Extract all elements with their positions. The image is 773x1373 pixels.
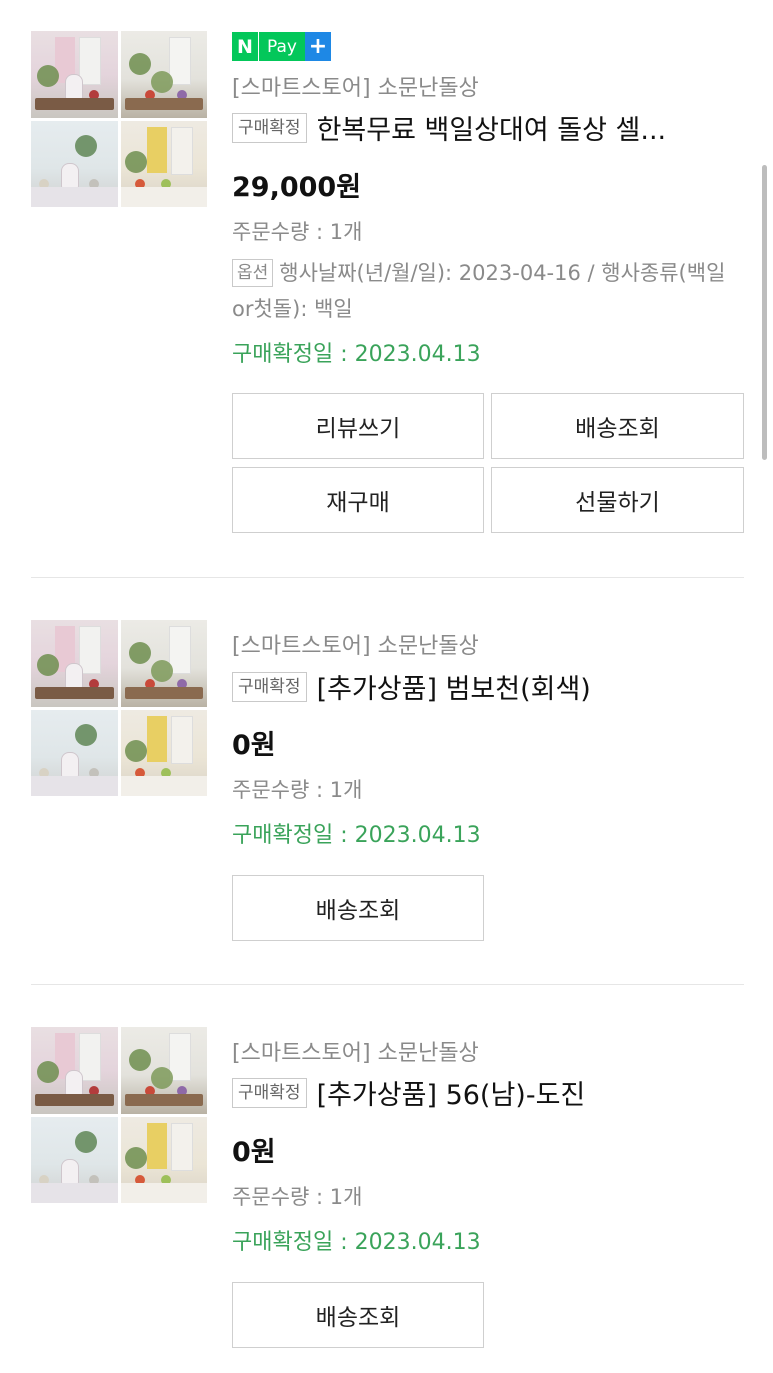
product-thumbnail[interactable] — [31, 1027, 207, 1203]
plus-icon: + — [305, 32, 331, 61]
product-title-row[interactable]: 구매확정 [추가상품] 56(남)-도진 — [232, 1073, 752, 1112]
order-option: 옵션 행사날짜(년/월/일): 2023-04-16 / 행사종류(백일or첫돌)… — [232, 255, 737, 327]
order-item: [스마트스토어] 소문난돌상 구매확정 [추가상품] 56(남)-도진 0원 주… — [0, 985, 773, 1373]
thumbnail-photo — [120, 120, 207, 207]
status-badge: 구매확정 — [232, 112, 307, 143]
thumbnail-photo — [31, 120, 118, 207]
product-title-row[interactable]: 구매확정 [추가상품] 범보천(회색) — [232, 667, 752, 706]
purchase-confirm-date: 구매확정일 : 2023.04.13 — [232, 342, 481, 367]
purchase-confirm-date: 구매확정일 : 2023.04.13 — [232, 1230, 481, 1255]
product-title-row[interactable]: 구매확정 한복무료 백일상대여 돌상 셀... — [232, 108, 752, 147]
write-review-button[interactable]: 리뷰쓰기 — [232, 393, 484, 459]
option-text: 행사날짜(년/월/일): 2023-04-16 / 행사종류(백일or첫돌): … — [232, 261, 726, 321]
thumbnail-photo — [120, 1116, 207, 1203]
status-badge: 구매확정 — [232, 671, 307, 702]
thumbnail-photo — [120, 620, 207, 707]
product-price: 0원 — [232, 730, 276, 761]
product-thumbnail[interactable] — [31, 31, 207, 207]
product-title[interactable]: [추가상품] 56(남)-도진 — [317, 1073, 586, 1112]
option-badge: 옵션 — [232, 259, 274, 287]
thumbnail-photo — [120, 31, 207, 118]
status-badge: 구매확정 — [232, 1077, 307, 1108]
npay-plus-badge: N Pay + — [232, 32, 331, 61]
order-item: N Pay + [스마트스토어] 소문난돌상 구매확정 한복무료 백일상대여 돌… — [0, 0, 773, 578]
npay-pay-label: Pay — [258, 32, 305, 61]
product-title[interactable]: 한복무료 백일상대여 돌상 셀... — [317, 108, 667, 147]
scrollbar[interactable] — [762, 165, 767, 460]
thumbnail-photo — [120, 1027, 207, 1114]
thumbnail-photo — [120, 709, 207, 796]
store-name[interactable]: [스마트스토어] 소문난돌상 — [232, 628, 479, 660]
thumbnail-photo — [31, 31, 118, 118]
thumbnail-photo — [31, 620, 118, 707]
product-thumbnail[interactable] — [31, 620, 207, 796]
purchase-confirm-date: 구매확정일 : 2023.04.13 — [232, 823, 481, 848]
thumbnail-photo — [31, 1027, 118, 1114]
order-quantity: 주문수량 : 1개 — [232, 1185, 363, 1209]
store-name[interactable]: [스마트스토어] 소문난돌상 — [232, 70, 479, 102]
track-delivery-button[interactable]: 배송조회 — [232, 1282, 484, 1348]
track-delivery-button[interactable]: 배송조회 — [491, 393, 744, 459]
track-delivery-button[interactable]: 배송조회 — [232, 875, 484, 941]
thumbnail-photo — [31, 709, 118, 796]
product-price: 29,000원 — [232, 172, 362, 203]
repurchase-button[interactable]: 재구매 — [232, 467, 484, 533]
product-title[interactable]: [추가상품] 범보천(회색) — [317, 667, 591, 706]
thumbnail-photo — [31, 1116, 118, 1203]
order-quantity: 주문수량 : 1개 — [232, 778, 363, 802]
order-item: [스마트스토어] 소문난돌상 구매확정 [추가상품] 범보천(회색) 0원 주문… — [0, 578, 773, 984]
product-price: 0원 — [232, 1137, 276, 1168]
npay-logo: N — [232, 32, 258, 61]
store-name[interactable]: [스마트스토어] 소문난돌상 — [232, 1035, 479, 1067]
gift-button[interactable]: 선물하기 — [491, 467, 744, 533]
order-quantity: 주문수량 : 1개 — [232, 220, 363, 244]
